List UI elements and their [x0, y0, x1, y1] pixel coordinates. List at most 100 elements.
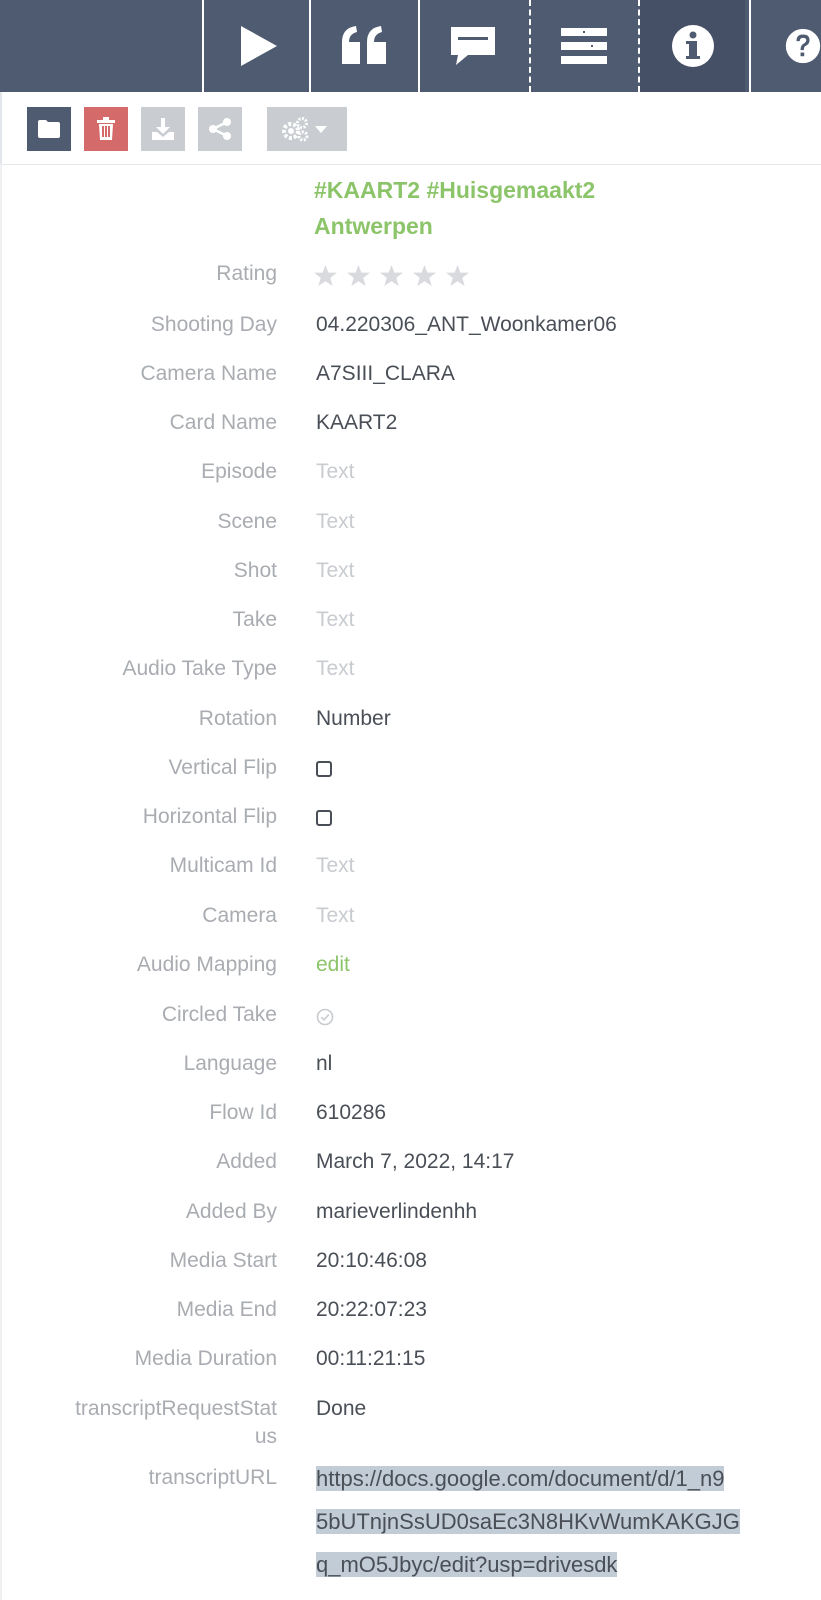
tab-info[interactable]	[640, 0, 745, 92]
field-label: Scene	[217, 510, 277, 533]
field-label: Shooting Day	[150, 313, 277, 336]
url-line: https://docs.google.com/document/d/1_n9	[316, 1466, 725, 1491]
transcript-url-value[interactable]: https://docs.google.com/document/d/1_n9 …	[316, 1457, 781, 1586]
open-folder-button[interactable]	[27, 107, 71, 151]
field-value: marieverlindenhh	[316, 1200, 478, 1223]
field-scene: Scene Text	[0, 508, 821, 557]
field-added: Added March 7, 2022, 14:17	[0, 1148, 821, 1197]
field-episode: Episode Text	[0, 458, 821, 507]
asset-title-line: #KAART2 #Huisgemaakt2	[314, 177, 596, 203]
gears-dropdown-icon	[282, 117, 327, 142]
field-label: Take	[232, 608, 277, 631]
delete-button[interactable]	[84, 107, 128, 151]
shot-input[interactable]: Text	[316, 557, 786, 585]
field-value[interactable]: nl	[316, 1050, 786, 1078]
field-label: Flow Id	[209, 1101, 277, 1124]
field-label: Card Name	[169, 411, 277, 434]
field-value: 20:22:07:23	[316, 1298, 427, 1321]
list-icon	[560, 28, 607, 64]
url-line: 5bUTnjnSsUD0saEc3N8HKvWumKAKGJG	[316, 1509, 740, 1534]
vertical-flip-checkbox[interactable]	[316, 761, 332, 777]
star-icon[interactable]	[314, 265, 337, 287]
field-label: Media End	[176, 1298, 277, 1321]
field-horizontal-flip: Horizontal Flip	[0, 803, 821, 852]
field-label: Camera	[202, 904, 277, 927]
field-value[interactable]: KAART2	[316, 409, 786, 437]
field-label-line: transcriptRequestStat	[75, 1397, 277, 1420]
top-navigation-bar	[0, 0, 821, 92]
field-label: Language	[183, 1052, 277, 1075]
field-label: transcriptRequestStat us	[7, 1395, 277, 1451]
field-label: Multicam Id	[169, 854, 277, 877]
field-media-end: Media End 20:22:07:23	[0, 1296, 821, 1345]
field-label: Audio Take Type	[122, 657, 277, 680]
field-label: Shot	[233, 559, 277, 582]
download-button[interactable]	[141, 107, 185, 151]
field-vertical-flip: Vertical Flip	[0, 754, 821, 803]
asset-title: #KAART2 #Huisgemaakt2 Antwerpen	[314, 172, 774, 244]
field-label: Episode	[201, 460, 277, 483]
field-language: Language nl	[0, 1050, 821, 1099]
star-icon[interactable]	[413, 265, 436, 287]
play-icon	[240, 26, 277, 66]
tab-list[interactable]	[531, 0, 636, 92]
audio-take-type-input[interactable]: Text	[316, 655, 786, 683]
field-label: Rating	[216, 262, 277, 285]
field-transcript-request-status: transcriptRequestStat us Done	[0, 1395, 821, 1455]
field-label: Rotation	[198, 707, 277, 730]
action-toolbar	[0, 92, 821, 164]
comment-icon	[450, 27, 495, 65]
field-media-start: Media Start 20:10:46:08	[0, 1247, 821, 1296]
info-icon	[671, 25, 714, 67]
share-icon	[209, 118, 231, 140]
tab-quotes[interactable]	[311, 0, 416, 92]
field-multicam-id: Multicam Id Text	[0, 852, 821, 901]
field-card-name: Card Name KAART2	[0, 409, 821, 458]
rotation-input[interactable]: Number	[316, 705, 786, 733]
field-value: March 7, 2022, 14:17	[316, 1150, 515, 1173]
share-button[interactable]	[198, 107, 242, 151]
field-value[interactable]: Done	[316, 1395, 786, 1423]
field-flow-id: Flow Id 610286	[0, 1099, 821, 1148]
camera-input[interactable]: Text	[316, 902, 786, 930]
field-audio-take-type: Audio Take Type Text	[0, 655, 821, 704]
download-icon	[152, 118, 174, 140]
tab-comments[interactable]	[420, 0, 525, 92]
star-icon[interactable]	[446, 265, 469, 287]
field-label: Circled Take	[161, 1003, 277, 1026]
field-rating: Rating	[0, 260, 821, 309]
audio-mapping-edit-link[interactable]: edit	[316, 951, 786, 979]
tab-help[interactable]	[751, 0, 821, 92]
rating-stars[interactable]	[314, 265, 469, 287]
star-icon[interactable]	[380, 265, 403, 287]
field-media-duration: Media Duration 00:11:21:15	[0, 1345, 821, 1394]
folder-icon	[38, 120, 60, 138]
circle-check-icon[interactable]	[316, 1008, 334, 1026]
field-value: 610286	[316, 1101, 387, 1124]
field-label: Added By	[185, 1200, 277, 1223]
field-label-line: us	[254, 1425, 277, 1448]
horizontal-flip-checkbox[interactable]	[316, 810, 332, 826]
episode-input[interactable]: Text	[316, 458, 786, 486]
field-camera-name: Camera Name A7SIII_CLARA	[0, 360, 821, 409]
brand-area	[0, 0, 202, 92]
star-icon[interactable]	[347, 265, 370, 287]
field-added-by: Added By marieverlindenhh	[0, 1198, 821, 1247]
url-line: q_mO5Jbyc/edit?usp=drivesdk	[316, 1552, 618, 1577]
field-rotation: Rotation Number	[0, 705, 821, 754]
field-label: Audio Mapping	[136, 953, 277, 976]
scene-input[interactable]: Text	[316, 508, 786, 536]
take-input[interactable]: Text	[316, 606, 786, 634]
field-circled-take: Circled Take	[0, 1001, 821, 1050]
tab-play[interactable]	[204, 0, 309, 92]
field-value: 00:11:21:15	[316, 1347, 426, 1370]
field-value[interactable]: 04.220306_ANT_Woonkamer06	[316, 311, 786, 339]
toolbar-divider	[0, 164, 821, 165]
settings-dropdown-button[interactable]	[267, 107, 347, 151]
multicam-id-input[interactable]: Text	[316, 852, 786, 880]
field-camera: Camera Text	[0, 902, 821, 951]
field-audio-mapping: Audio Mapping edit	[0, 951, 821, 1000]
field-value[interactable]: A7SIII_CLARA	[316, 360, 786, 388]
trash-icon	[97, 117, 115, 140]
field-label: Camera Name	[140, 362, 277, 385]
